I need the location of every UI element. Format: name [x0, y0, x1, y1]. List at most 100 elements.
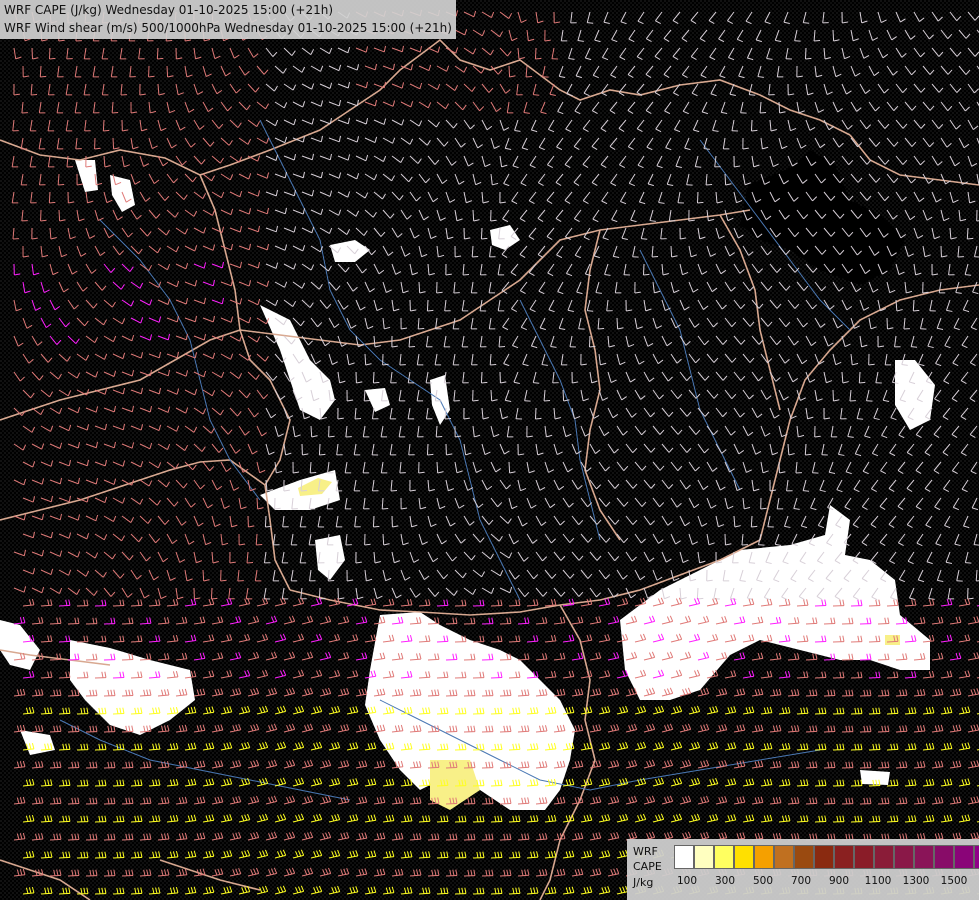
wind-barb	[139, 730, 152, 733]
wind-barb-feather	[157, 57, 164, 60]
wind-barb-feather	[641, 238, 648, 240]
wind-barb-feather	[481, 237, 488, 240]
wind-barb-feather	[256, 543, 263, 546]
wind-barb	[508, 604, 521, 607]
wind-barb	[886, 712, 899, 715]
wind-barb	[508, 712, 521, 715]
wind-barb	[805, 658, 818, 661]
wind-barb	[490, 389, 493, 402]
wind-barb	[804, 443, 807, 456]
wind-barb	[58, 209, 61, 222]
wind-barb-feather	[310, 471, 317, 474]
wind-barb	[436, 676, 449, 679]
wind-barb-feather	[103, 129, 110, 132]
wind-barb	[418, 281, 421, 294]
wind-barb	[886, 640, 899, 643]
wind-barb	[436, 461, 439, 474]
wind-barb	[562, 389, 565, 402]
wind-barb	[58, 604, 71, 607]
wind-barb-feather	[857, 418, 864, 420]
wind-barb-feather	[587, 22, 594, 24]
wind-barb	[310, 425, 313, 438]
wind-barb	[696, 191, 699, 204]
wind-barb	[166, 65, 169, 78]
wind-barb-feather	[319, 453, 326, 456]
wind-barb-feather	[749, 562, 756, 564]
wind-barb	[58, 712, 71, 715]
wind-barb	[670, 245, 673, 258]
wind-barb-feather	[751, 525, 758, 528]
wind-barb	[814, 640, 827, 643]
wind-barb	[642, 263, 645, 276]
wind-barb	[427, 622, 440, 625]
wind-barb	[427, 730, 440, 733]
wind-barb	[130, 640, 143, 643]
wind-barb-feather	[749, 94, 756, 96]
wind-barb-feather	[911, 346, 918, 348]
cape-region	[860, 770, 890, 785]
wind-barb-feather	[373, 381, 380, 384]
wind-barb-feather	[587, 310, 594, 312]
wind-barb-feather	[643, 273, 650, 276]
wind-barb	[58, 676, 71, 679]
wind-barb	[372, 515, 375, 528]
wind-barb	[804, 47, 807, 60]
wind-barb-feather	[94, 147, 101, 150]
wind-barb	[318, 587, 321, 600]
wind-barb	[499, 694, 512, 697]
wind-barb-feather	[751, 129, 758, 132]
wind-barb	[112, 137, 115, 150]
wind-barb-feather	[533, 94, 540, 96]
wind-barb	[508, 461, 511, 474]
wind-barb	[48, 191, 51, 204]
wind-barb	[877, 658, 890, 661]
wind-barb	[427, 694, 440, 697]
wind-barb	[264, 515, 267, 528]
wind-barb	[832, 29, 835, 42]
wind-barb	[778, 101, 781, 114]
wind-barb-feather	[49, 57, 56, 60]
wind-barb-feather	[859, 381, 866, 384]
wind-barb	[202, 569, 205, 582]
wind-barb-feather	[490, 363, 497, 366]
wind-barb	[886, 604, 899, 607]
wind-barb-feather	[382, 507, 389, 510]
wind-barb	[814, 604, 827, 607]
wind-barb	[318, 443, 321, 456]
wind-barb-feather	[697, 201, 704, 204]
wind-barb-feather	[40, 219, 47, 222]
wind-barb	[48, 47, 51, 60]
wind-barb	[121, 622, 134, 625]
wind-barb	[534, 407, 537, 420]
wind-barb-feather	[427, 309, 434, 312]
wind-barb-feather	[436, 435, 443, 438]
wind-barb-feather	[49, 201, 56, 204]
wind-barb	[210, 587, 213, 600]
wind-barb	[814, 676, 827, 679]
wind-barb	[426, 299, 429, 312]
wind-barb	[49, 694, 62, 697]
wind-barb	[472, 209, 475, 222]
wind-barb	[49, 730, 62, 733]
wind-barb	[499, 658, 512, 661]
wind-barb	[102, 119, 105, 132]
wind-barb	[814, 712, 827, 715]
wind-barb	[480, 371, 483, 384]
wind-barb-feather	[535, 417, 542, 420]
wind-barb	[364, 353, 367, 366]
wind-barb	[427, 658, 440, 661]
wind-barb	[372, 371, 375, 384]
wind-barb	[696, 587, 699, 600]
weather-map	[0, 0, 979, 900]
wind-barb-feather	[803, 22, 810, 24]
wind-barb	[508, 676, 521, 679]
wind-barb	[256, 497, 259, 510]
wind-barb	[750, 119, 753, 132]
wind-barb-feather	[328, 579, 335, 582]
wind-barb-feather	[803, 490, 810, 492]
wind-barb-feather	[427, 453, 434, 456]
wind-barb-feather	[589, 345, 596, 348]
wind-barb-feather	[965, 274, 972, 276]
wind-barb	[616, 317, 619, 330]
wind-barb	[436, 712, 449, 715]
